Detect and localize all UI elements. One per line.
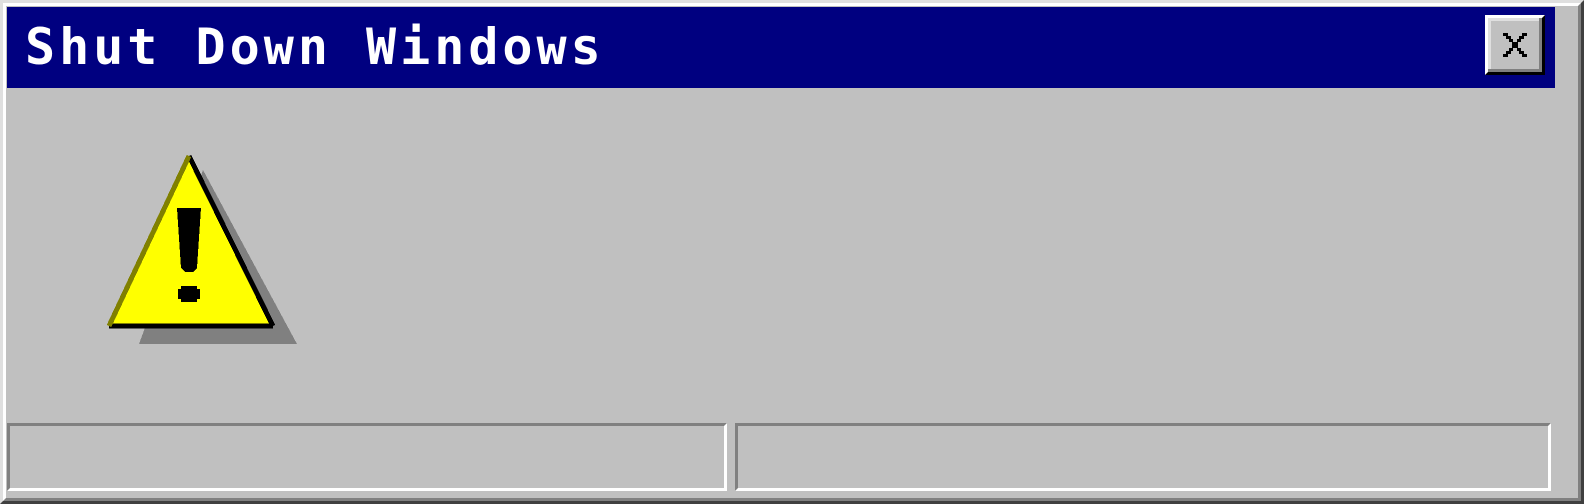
close-button[interactable] <box>1485 15 1545 75</box>
window-title: Shut Down Windows <box>25 18 605 76</box>
close-icon <box>1503 33 1527 57</box>
title-bar[interactable]: Shut Down Windows <box>7 7 1555 88</box>
warning-icon <box>106 154 297 344</box>
status-bar <box>7 423 1555 493</box>
message-area <box>343 133 1523 373</box>
shut-down-dialog: Shut Down Windows <box>0 0 1584 504</box>
status-pane-right <box>735 423 1551 491</box>
status-pane-left <box>7 423 727 491</box>
